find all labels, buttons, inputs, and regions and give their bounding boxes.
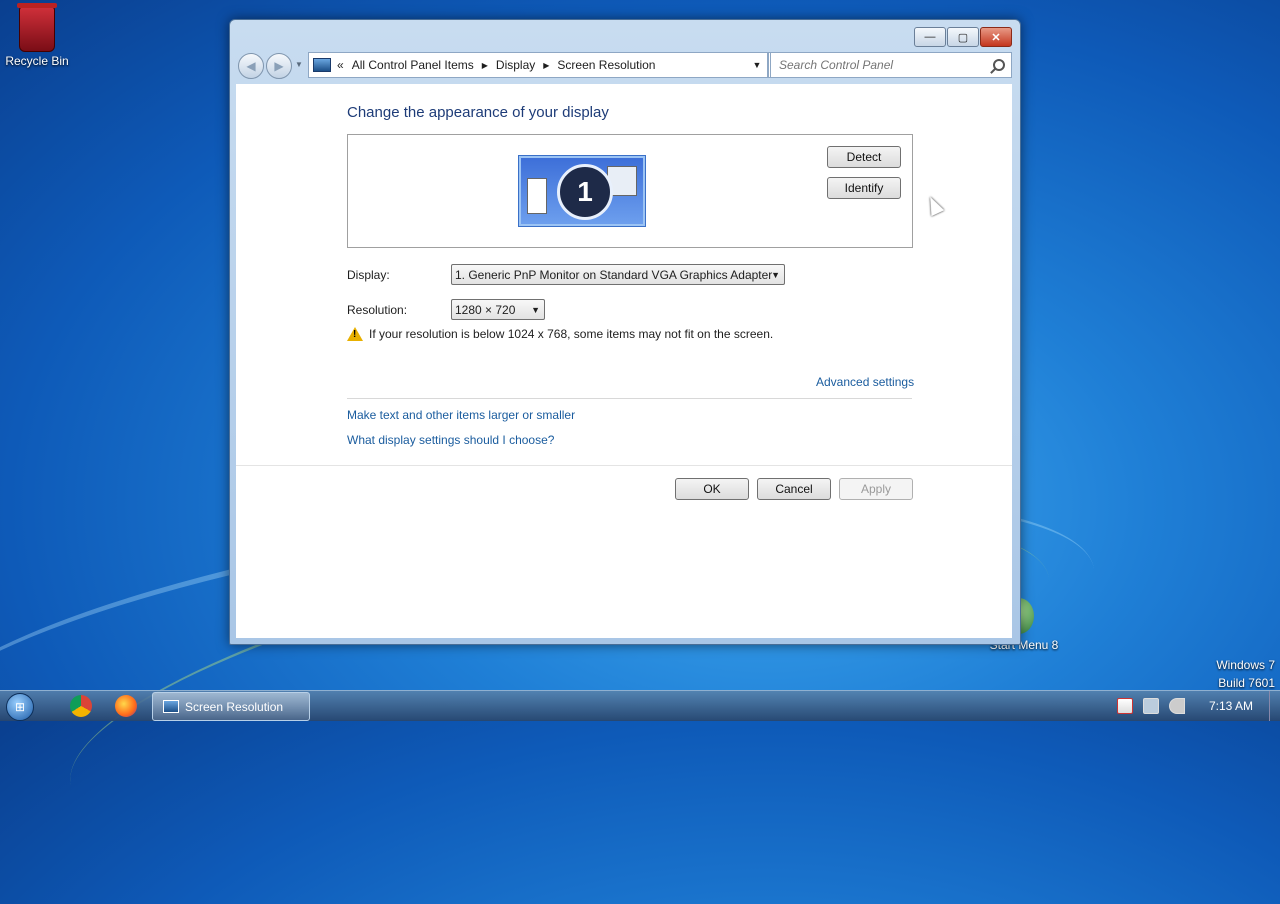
taskbar-item-screen-resolution[interactable]: Screen Resolution: [152, 692, 310, 721]
volume-icon[interactable]: [1168, 698, 1185, 714]
breadcrumb-separator-icon[interactable]: ▶: [543, 61, 549, 70]
recycle-bin-label: Recycle Bin: [5, 54, 69, 68]
detect-button[interactable]: Detect: [827, 146, 901, 168]
monitor-1-icon[interactable]: 1: [518, 155, 646, 227]
start-button[interactable]: ⊞: [6, 693, 34, 721]
content-area: Change the appearance of your display 1 …: [236, 84, 1012, 638]
text-size-link[interactable]: Make text and other items larger or smal…: [347, 408, 575, 422]
action-center-flag-icon[interactable]: [1116, 698, 1133, 714]
display-select-value: 1. Generic PnP Monitor on Standard VGA G…: [455, 268, 773, 282]
breadcrumb-separator-icon[interactable]: ▶: [482, 61, 488, 70]
recycle-bin-icon: [17, 3, 57, 52]
recent-pages-dropdown[interactable]: ▼: [295, 60, 303, 69]
forward-button[interactable]: ▶: [266, 53, 292, 79]
display-label: Display:: [347, 268, 390, 282]
desktop-icon-recycle-bin[interactable]: Recycle Bin: [4, 3, 70, 68]
window-thumbnail: [527, 178, 547, 214]
search-icon[interactable]: [993, 59, 1005, 71]
chevron-down-icon: ▼: [771, 270, 780, 280]
caption-buttons: — ▢ ✕: [914, 27, 1012, 47]
os-name: Windows 7: [1216, 658, 1275, 672]
page-title: Change the appearance of your display: [347, 104, 609, 121]
resolution-warning: If your resolution is below 1024 x 768, …: [347, 327, 773, 341]
control-panel-icon: [163, 700, 179, 713]
minimize-button[interactable]: —: [914, 27, 946, 47]
display-select[interactable]: 1. Generic PnP Monitor on Standard VGA G…: [451, 264, 785, 285]
back-button[interactable]: ◀: [238, 53, 264, 79]
chrome-taskbar-icon[interactable]: [70, 695, 92, 717]
monitor-preview-area: 1 Detect Identify: [347, 134, 913, 248]
display-help-link[interactable]: What display settings should I choose?: [347, 433, 554, 447]
search-box[interactable]: [770, 52, 1012, 78]
resolution-select-value: 1280 × 720: [455, 303, 516, 317]
ok-button[interactable]: OK: [675, 478, 749, 500]
firefox-taskbar-icon[interactable]: [115, 695, 137, 717]
maximize-button[interactable]: ▢: [947, 27, 979, 47]
chevron-down-icon: ▼: [531, 305, 540, 315]
navigation-bar: ◀ ▶ ▼ « All Control Panel Items ▶ Displa…: [238, 52, 1012, 79]
breadcrumb-all-control-panel-items[interactable]: All Control Panel Items: [352, 58, 474, 72]
control-panel-icon: [313, 58, 331, 72]
identify-button[interactable]: Identify: [827, 177, 901, 199]
address-history-dropdown-icon[interactable]: ▼: [747, 60, 767, 70]
windows-build-watermark: Windows 7 Build 7601: [1216, 656, 1275, 692]
system-tray: 7:13 AM: [1116, 691, 1280, 721]
resolution-select[interactable]: 1280 × 720 ▼: [451, 299, 545, 320]
breadcrumb-display[interactable]: Display: [496, 58, 535, 72]
cancel-button[interactable]: Cancel: [757, 478, 831, 500]
advanced-settings-link[interactable]: Advanced settings: [816, 375, 914, 389]
resolution-label: Resolution:: [347, 303, 408, 317]
divider: [347, 398, 912, 399]
warning-text: If your resolution is below 1024 x 768, …: [369, 327, 774, 341]
apply-button: Apply: [839, 478, 913, 500]
taskbar-item-label: Screen Resolution: [185, 699, 284, 714]
network-icon[interactable]: [1142, 698, 1159, 714]
address-overflow[interactable]: «: [337, 58, 344, 72]
clock[interactable]: 7:13 AM: [1209, 699, 1253, 713]
taskbar: ⊞ Screen Resolution 7:13 AM: [0, 690, 1280, 721]
warning-icon: [347, 327, 363, 341]
search-input[interactable]: [777, 57, 981, 73]
close-button[interactable]: ✕: [980, 27, 1012, 47]
address-bar[interactable]: « All Control Panel Items ▶ Display ▶ Sc…: [308, 52, 768, 78]
show-desktop-button[interactable]: [1269, 691, 1280, 721]
divider: [236, 465, 1012, 466]
screen-resolution-window: — ▢ ✕ ◀ ▶ ▼ « All Control Panel Items ▶ …: [229, 19, 1021, 645]
breadcrumb-screen-resolution[interactable]: Screen Resolution: [557, 58, 655, 72]
monitor-number-badge: 1: [557, 164, 613, 220]
